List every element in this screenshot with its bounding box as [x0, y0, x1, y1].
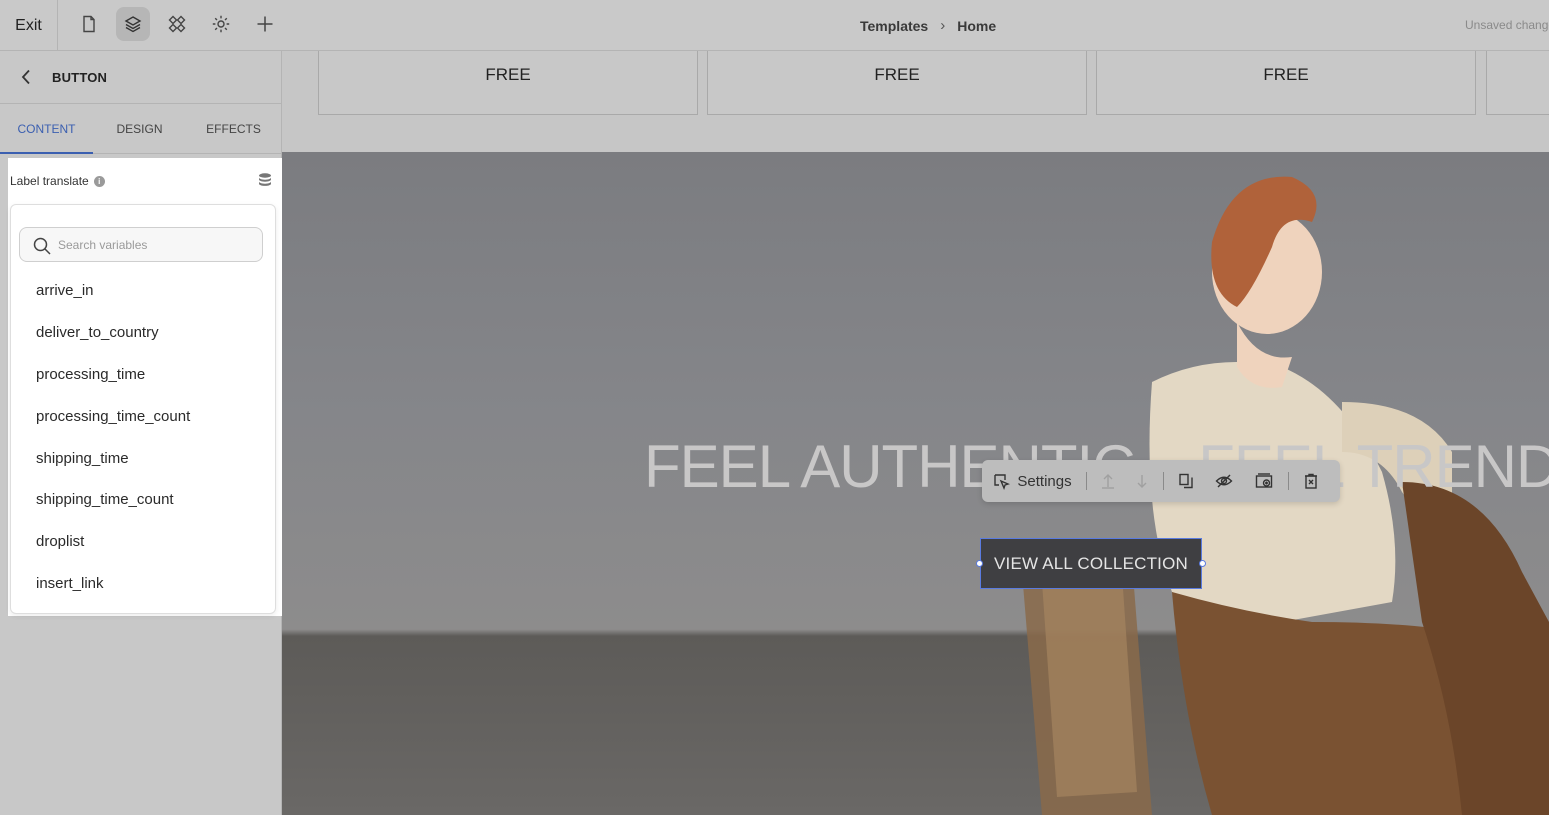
tab-effects[interactable]: EFFECTS	[186, 104, 281, 154]
layers-icon[interactable]	[116, 7, 150, 41]
tab-design[interactable]: DESIGN	[93, 104, 186, 154]
panel-title: BUTTON	[52, 70, 108, 85]
components-icon[interactable]	[160, 7, 194, 41]
eye-off-icon	[1215, 474, 1233, 488]
search-icon	[33, 237, 51, 255]
cta-label: VIEW ALL COLLECTION	[993, 554, 1188, 573]
hide-button[interactable]	[1204, 460, 1244, 502]
move-up-button[interactable]	[1091, 460, 1125, 502]
free-card[interactable]: FREE	[707, 51, 1087, 115]
hero-section[interactable]: FEEL AUTHENTIC – FEEL TRENDY Settings	[282, 152, 1549, 815]
variable-item[interactable]: shipping_time_count	[36, 491, 174, 508]
chevron-right-icon: ›	[940, 17, 946, 34]
delete-icon	[1305, 473, 1317, 489]
free-card[interactable]: FREE	[318, 51, 698, 115]
back-arrow-icon[interactable]	[16, 67, 36, 87]
variables-dropdown: arrive_in deliver_to_country processing_…	[10, 204, 276, 614]
breadcrumb-home[interactable]: Home	[957, 18, 996, 34]
plus-icon[interactable]	[248, 7, 282, 41]
toolbar-divider	[1086, 472, 1087, 490]
toolbar-divider	[1163, 472, 1164, 490]
resize-handle-right[interactable]	[1199, 560, 1206, 567]
search-variables-input[interactable]	[58, 228, 258, 261]
top-bar: Exit Templates › Home Unsaved changes	[0, 0, 1549, 51]
exit-button[interactable]: Exit	[0, 0, 58, 51]
settings-button[interactable]: Settings	[982, 460, 1082, 502]
gear-icon[interactable]	[204, 7, 238, 41]
shipping-strip: FREE FREE FREE	[282, 51, 1549, 152]
panel-tabs: CONTENT DESIGN EFFECTS	[0, 104, 281, 154]
duplicate-button[interactable]	[1168, 460, 1204, 502]
free-card[interactable]	[1486, 51, 1549, 115]
settings-label: Settings	[1017, 472, 1072, 490]
variable-item[interactable]: droplist	[36, 533, 84, 550]
field-label: Label translate	[10, 174, 89, 188]
panel-header: BUTTON	[0, 51, 281, 104]
search-box	[19, 227, 263, 262]
free-card[interactable]: FREE	[1096, 51, 1476, 115]
info-icon[interactable]: i	[93, 175, 105, 187]
variable-item[interactable]: processing_time	[36, 366, 145, 383]
tab-content[interactable]: CONTENT	[0, 104, 93, 154]
variable-item[interactable]: arrive_in	[36, 282, 94, 299]
toolbar-divider	[1288, 472, 1289, 490]
delete-button[interactable]	[1293, 460, 1329, 502]
add-box-icon	[1255, 473, 1273, 488]
duplicate-icon	[1179, 473, 1193, 489]
breadcrumb-templates[interactable]: Templates	[860, 18, 928, 34]
breadcrumb: Templates › Home	[860, 0, 996, 51]
element-toolbar: Settings	[982, 460, 1340, 502]
view-all-collection-button[interactable]: VIEW ALL COLLECTION	[976, 538, 1206, 589]
add-section-button[interactable]	[1244, 460, 1284, 502]
move-down-button[interactable]	[1125, 460, 1159, 502]
editor-canvas: FREE FREE FREE FEEL AUTHENTIC – FEEL TRE…	[282, 51, 1549, 815]
page-icon[interactable]	[72, 7, 106, 41]
resize-handle-left[interactable]	[976, 560, 983, 567]
variable-item[interactable]: processing_time_count	[36, 408, 190, 425]
variable-item[interactable]: deliver_to_country	[36, 324, 159, 341]
save-status: Unsaved changes	[1465, 18, 1549, 32]
database-icon[interactable]	[257, 172, 273, 188]
cursor-select-icon	[994, 474, 1011, 490]
arrow-up-icon	[1102, 474, 1114, 489]
variable-item[interactable]: insert_link	[36, 575, 104, 592]
variable-item[interactable]: shipping_time	[36, 450, 129, 467]
arrow-down-icon	[1137, 475, 1147, 488]
label-translate-label: Label translate i	[10, 174, 105, 188]
